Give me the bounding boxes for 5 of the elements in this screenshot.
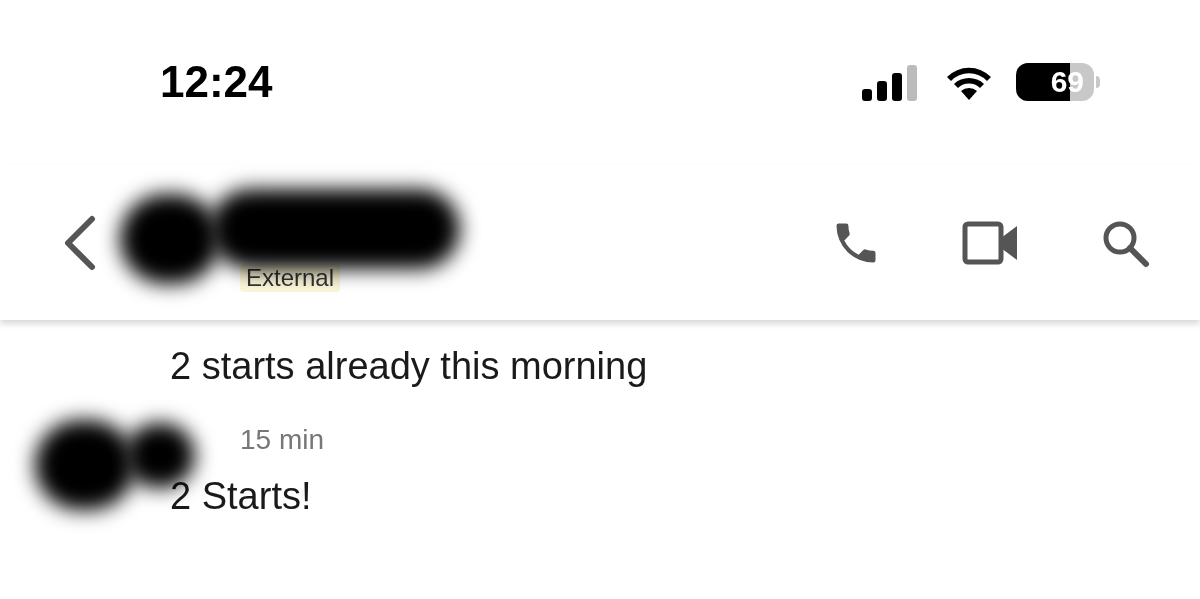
message-text: 2 Starts! — [170, 474, 313, 519]
video-icon[interactable] — [962, 220, 1020, 265]
message-time: 15 min — [240, 423, 325, 457]
status-time: 12:24 — [160, 56, 273, 108]
message-text: 2 starts already this morning — [170, 345, 648, 387]
